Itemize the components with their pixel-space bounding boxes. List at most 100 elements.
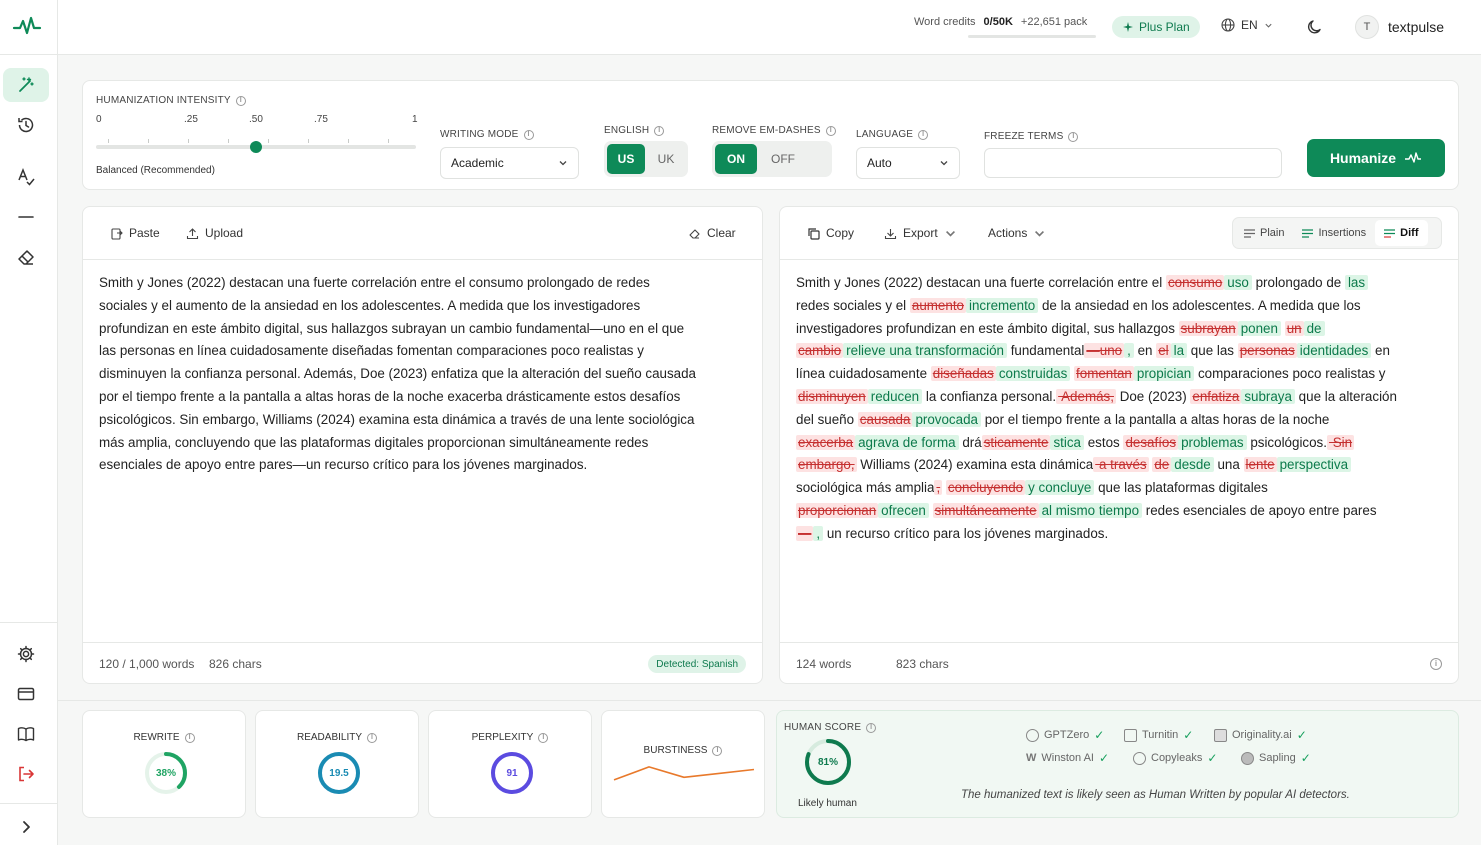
freeze-terms-input[interactable] — [984, 148, 1282, 178]
deleted-text: sticamente — [981, 434, 1051, 450]
inserted-text: , — [813, 525, 824, 541]
tick-label: .25 — [184, 114, 198, 125]
user-menu[interactable]: T textpulse — [1355, 15, 1444, 39]
info-icon[interactable]: i — [1430, 658, 1442, 670]
readability-label: READABILITY i — [256, 732, 418, 743]
export-button[interactable]: Export — [884, 226, 957, 240]
sidebar-expand-button[interactable] — [3, 810, 49, 844]
avatar: T — [1355, 15, 1379, 39]
input-text-area[interactable]: Smith y Jones (2022) destacan una fuerte… — [99, 272, 696, 477]
chevron-down-icon — [940, 161, 948, 166]
sidebar-item-humanize[interactable] — [3, 68, 49, 102]
deleted-text: de — [1152, 457, 1172, 473]
language-select[interactable]: Auto — [856, 147, 960, 179]
sidebar-item-logout[interactable] — [3, 757, 49, 791]
unchanged-text: investigadores profundizan en este ámbit… — [796, 320, 1179, 336]
info-icon[interactable]: i — [538, 732, 549, 743]
deleted-text: — — [796, 525, 814, 541]
sidebar-item-history[interactable] — [3, 108, 49, 142]
input-char-count: 826 chars — [209, 657, 262, 671]
output-toolbar: Copy Export Actions Plain Insertions Dif… — [780, 207, 1458, 260]
language-selector[interactable]: EN — [1221, 18, 1273, 32]
text-line: por el tiempo frente a la pantalla a alt… — [99, 388, 681, 404]
view-diff-tab[interactable]: Diff — [1375, 220, 1428, 246]
info-icon[interactable]: i — [184, 732, 195, 743]
sidebar-item-billing[interactable] — [3, 677, 49, 711]
input-toolbar: Paste Upload Clear — [83, 207, 762, 260]
deleted-text: embargo, — [796, 457, 857, 473]
info-icon[interactable]: i — [367, 732, 378, 743]
copy-button[interactable]: Copy — [807, 226, 854, 240]
info-icon[interactable]: i — [523, 129, 534, 140]
plan-badge[interactable]: Plus Plan — [1112, 16, 1200, 38]
username: textpulse — [1388, 19, 1445, 35]
human-score-label: HUMAN SCORE i — [784, 722, 877, 733]
info-icon[interactable]: i — [825, 125, 836, 136]
info-icon[interactable]: i — [712, 745, 723, 756]
gptzero-icon — [1026, 728, 1039, 742]
em-dash-on-option[interactable]: ON — [715, 144, 757, 174]
gear-icon — [17, 645, 35, 663]
detector-winston: W Winston AI ✓ — [1026, 751, 1110, 765]
unchanged-text: una — [1213, 457, 1244, 473]
intensity-label: HUMANIZATION INTENSITY i — [96, 95, 246, 106]
output-text-area[interactable]: Smith y Jones (2022) destacan una fuerte… — [796, 272, 1446, 546]
paste-label: Paste — [129, 226, 160, 240]
sidebar-divider — [0, 803, 58, 804]
unchanged-text: psicológicos. — [1246, 434, 1327, 450]
diff-line: —, un recurso crítico para los jóvenes m… — [796, 523, 1446, 546]
pulse-icon — [1405, 152, 1422, 163]
deleted-text: Además, — [1056, 388, 1116, 404]
text-line: esenciales de apoyo entre pares—un recur… — [99, 457, 588, 473]
unchanged-text: en — [1133, 343, 1157, 359]
info-icon[interactable]: i — [918, 129, 929, 140]
diff-line: investigadores profundizan en este ámbit… — [796, 318, 1446, 341]
unchanged-text: que las — [1187, 343, 1238, 359]
view-insertions-tab[interactable]: Insertions — [1293, 220, 1375, 246]
diff-line: redes sociales y el aumento incremento de… — [796, 295, 1446, 318]
unchanged-text: un recurso crítico para los jóvenes marg… — [823, 525, 1109, 541]
writing-mode-value: Academic — [451, 156, 504, 170]
paste-icon — [111, 227, 123, 240]
english-toggle: US UK — [604, 141, 688, 177]
intensity-slider-handle[interactable] — [250, 141, 262, 153]
sidebar-divider — [0, 54, 58, 55]
info-icon[interactable]: i — [235, 95, 246, 106]
deleted-text: simultáneamente — [932, 502, 1039, 518]
info-icon[interactable]: i — [654, 125, 665, 136]
upload-button[interactable]: Upload — [186, 226, 243, 240]
clear-button[interactable]: Clear — [688, 226, 736, 240]
info-icon[interactable]: i — [866, 722, 877, 733]
unchanged-text: de la ansiedad en los adolescentes. A me… — [1038, 297, 1361, 313]
sidebar-item-minimize[interactable] — [3, 200, 49, 234]
output-footer: 124 words 823 chars i — [780, 642, 1458, 683]
minus-icon — [18, 216, 34, 218]
human-score-note: The humanized text is likely seen as Hum… — [961, 789, 1350, 801]
info-icon[interactable]: i — [1068, 131, 1079, 142]
check-icon: ✓ — [1300, 751, 1311, 765]
humanize-button[interactable]: Humanize — [1307, 139, 1445, 177]
english-uk-option[interactable]: UK — [649, 144, 683, 174]
pulse-logo-icon[interactable] — [12, 14, 42, 38]
writing-mode-select[interactable]: Academic — [440, 147, 579, 179]
sidebar-item-settings[interactable] — [3, 637, 49, 671]
actions-button[interactable]: Actions — [988, 226, 1046, 240]
em-dash-off-option[interactable]: OFF — [761, 144, 805, 174]
word-credits: Word credits 0/50K +22,651 pack — [914, 16, 1087, 28]
chevron-down-icon — [559, 161, 567, 166]
deleted-text: , — [934, 480, 943, 496]
sidebar-item-grammar[interactable] — [3, 160, 49, 194]
readability-value: 19.5 — [329, 767, 349, 779]
diff-line: cambio relieve una transformación fundame… — [796, 340, 1446, 363]
paste-button[interactable]: Paste — [110, 226, 160, 240]
english-us-option[interactable]: US — [607, 144, 645, 174]
sidebar-item-eraser[interactable] — [3, 240, 49, 274]
tick-label: 0 — [96, 114, 102, 125]
sparkle-icon — [1123, 22, 1133, 32]
credits-pack: +22,651 pack — [1020, 16, 1088, 28]
deleted-text: concluyendo — [945, 480, 1026, 496]
moon-icon[interactable] — [1306, 18, 1324, 36]
view-plain-tab[interactable]: Plain — [1235, 220, 1293, 246]
diff-line: Smith y Jones (2022) destacan una fuerte… — [796, 272, 1446, 295]
sidebar-item-docs[interactable] — [3, 717, 49, 751]
